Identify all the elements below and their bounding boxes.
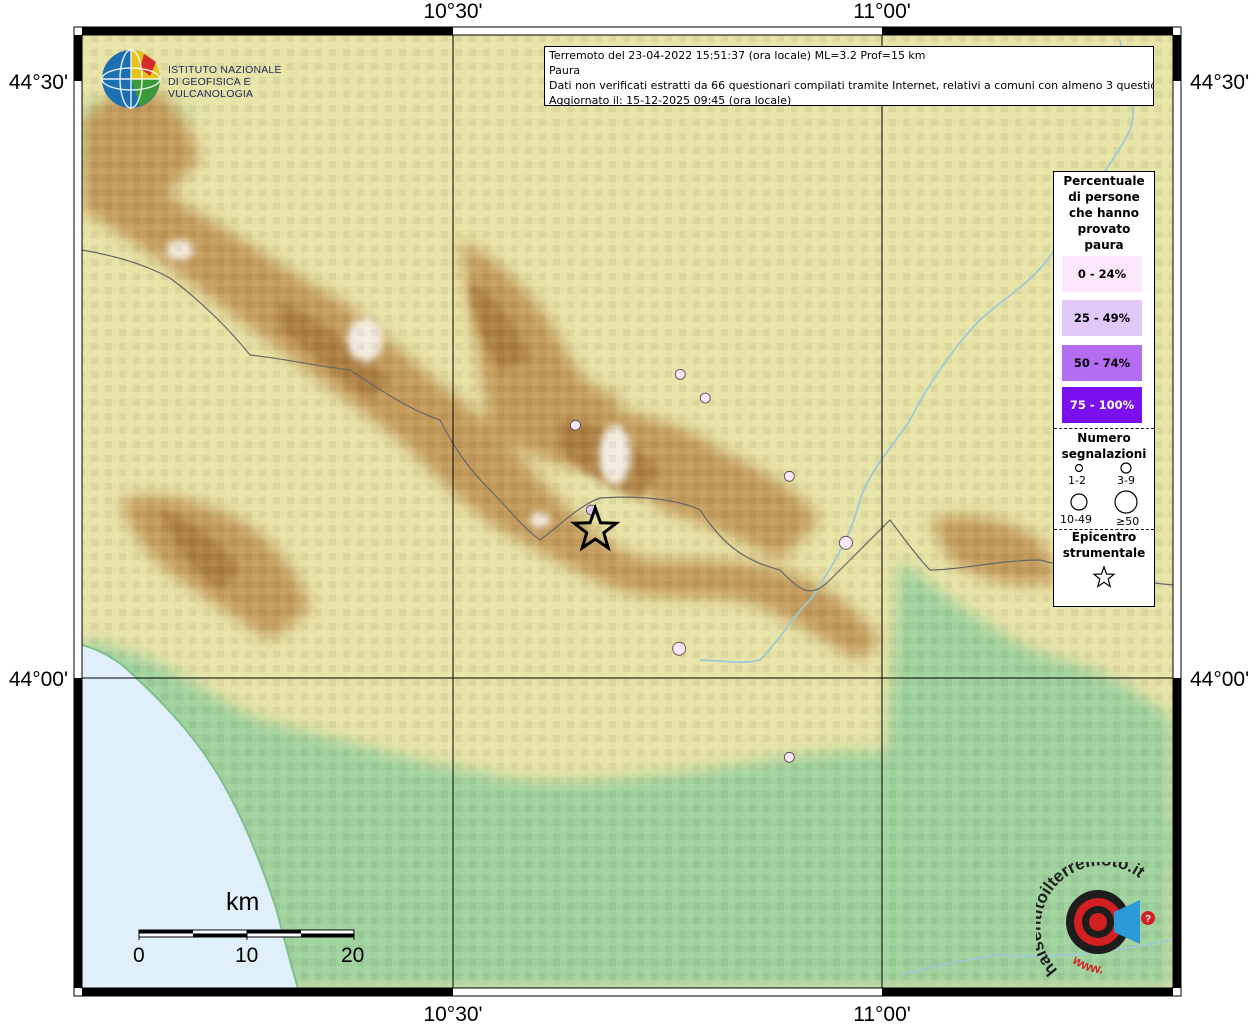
observation-point-6 <box>672 641 686 656</box>
ingv-logo: ISTITUTO NAZIONALE DI GEOFISICA E VULCAN… <box>100 48 320 112</box>
lon-label-bottom-2: 11°00' <box>853 1003 911 1024</box>
event-info-box: Terremoto del 23-04-2022 15:51:37 (ora l… <box>544 46 1154 106</box>
haisentito-logo: ? haisentitoilterremoto.it www. <box>1025 850 1166 982</box>
lat-label-left-1: 44°30' <box>9 71 68 94</box>
svg-text:?: ? <box>1145 914 1151 925</box>
event-title: Terremoto del 23-04-2022 15:51:37 (ora l… <box>549 49 926 62</box>
haisentito-logo-url: www. <box>1069 952 1103 977</box>
megaphone-target-icon: ? <box>1066 890 1155 954</box>
legend-size-1-2 <box>1074 463 1084 473</box>
legend-title: Percentuale di persone che hanno provato… <box>1063 174 1145 252</box>
legend-class-0: 0 - 24% <box>1062 256 1142 292</box>
updated-timestamp: Aggiornato il: 15-12-2025 09:45 (ora loc… <box>549 94 792 106</box>
legend-class-1: 25 - 49% <box>1062 300 1142 336</box>
lon-label-top-2: 11°00' <box>853 0 911 23</box>
ingv-globe-icon <box>101 49 161 109</box>
legend-epicenter-title: Epicentro strumentale <box>1062 530 1146 560</box>
lon-label-bottom-1: 10°30' <box>423 1003 482 1024</box>
scale-title: km <box>226 888 260 916</box>
legend-separator <box>1054 428 1154 429</box>
ingv-logo-line2: DI GEOFISICA E VULCANOLOGIA <box>168 76 254 100</box>
terrain-layer <box>82 35 1173 988</box>
legend-size-label-3: ≥50 <box>1116 515 1140 528</box>
observation-point-3 <box>783 470 795 482</box>
legend-size-label-2: 10-49 <box>1060 513 1092 526</box>
legend-size-label-0: 1-2 <box>1068 474 1086 487</box>
lat-label-right-2: 44°00' <box>1190 668 1249 691</box>
star-icon <box>1092 565 1116 588</box>
observation-point-5 <box>839 535 853 550</box>
observation-point-7 <box>783 751 795 763</box>
lat-label-right-1: 44°30' <box>1190 71 1249 94</box>
observation-point-1 <box>699 392 711 404</box>
scale-label-10: 10 <box>235 944 259 967</box>
legend-size-label-1: 3-9 <box>1117 474 1135 487</box>
data-note: Dati non verificati estratti da 66 quest… <box>549 79 1154 92</box>
legend-size-50plus <box>1114 490 1138 514</box>
legend-size-3-9 <box>1120 462 1132 474</box>
observation-point-0 <box>674 368 686 380</box>
map-parameter: Paura <box>549 64 581 77</box>
legend-size-circles <box>1070 462 1138 514</box>
lon-label-top-1: 10°30' <box>423 0 482 23</box>
observation-point-2 <box>570 419 581 431</box>
legend-size-10-49 <box>1070 493 1088 511</box>
scale-label-20: 20 <box>341 944 365 967</box>
legend-class-3: 75 - 100% <box>1062 387 1142 423</box>
lat-label-left-2: 44°00' <box>9 668 68 691</box>
legend-class-2: 50 - 74% <box>1062 345 1142 381</box>
ingv-logo-line1: ISTITUTO NAZIONALE <box>168 64 282 76</box>
scale-label-0: 0 <box>133 944 145 967</box>
legend: Percentuale di persone che hanno provato… <box>1053 171 1155 607</box>
